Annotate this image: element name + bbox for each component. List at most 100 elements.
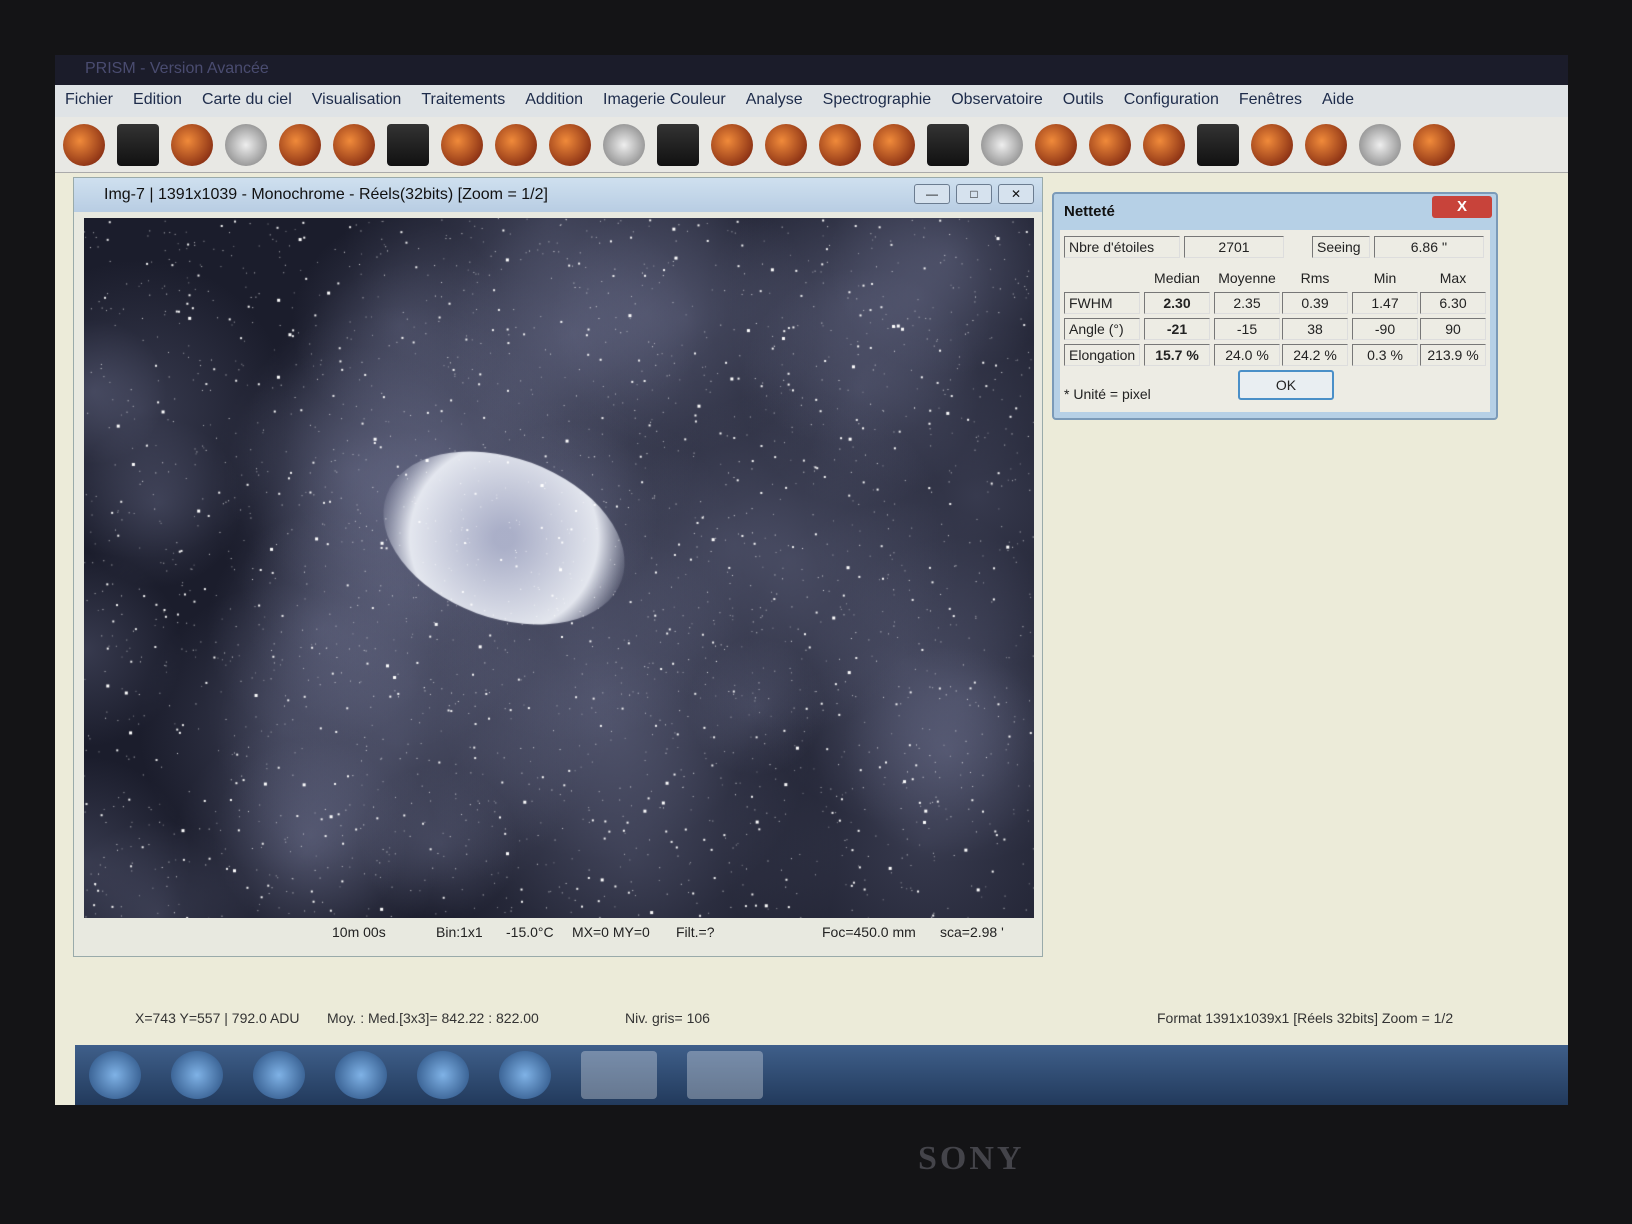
wheel-icon[interactable]: [1413, 123, 1455, 166]
save-icon[interactable]: [117, 123, 159, 166]
phd-icon[interactable]: [335, 1051, 387, 1099]
menu-observatoire[interactable]: Observatoire: [951, 91, 1043, 111]
scale: sca=2.98 ': [940, 924, 1004, 940]
dialog-title-text: Netteté: [1064, 203, 1115, 220]
ok-button[interactable]: OK: [1238, 370, 1334, 400]
stat-cell: 0.3 %: [1352, 344, 1418, 366]
info-icon[interactable]: [225, 123, 267, 166]
stars-label: Nbre d'étoiles: [1064, 236, 1180, 258]
seeing-value: 6.86 '': [1374, 236, 1484, 258]
menu-outils[interactable]: Outils: [1063, 91, 1104, 111]
menu-carte-du-ciel[interactable]: Carte du ciel: [202, 91, 292, 111]
focal-length: Foc=450.0 mm: [822, 924, 916, 940]
stat-cell: -15: [1214, 318, 1280, 340]
laptop-brand: SONY: [918, 1140, 1025, 1177]
screen: PRISM - Version Avancée Fichier Edition Ca…: [55, 55, 1568, 1105]
moon-icon[interactable]: [981, 123, 1023, 166]
astro-image[interactable]: [84, 218, 1034, 918]
stat-cell: 2.35: [1214, 292, 1280, 314]
column-header: Max: [1439, 270, 1467, 286]
prism-icon[interactable]: [581, 1051, 657, 1099]
menu-aide[interactable]: Aide: [1322, 91, 1354, 111]
stat-cell: 38: [1282, 318, 1348, 340]
refresh-icon[interactable]: [687, 1051, 763, 1099]
word-icon[interactable]: [253, 1051, 305, 1099]
stat-cell: 15.7 %: [1144, 344, 1210, 366]
column-header: Rms: [1300, 270, 1330, 286]
dialog-close-button[interactable]: X: [1432, 196, 1492, 218]
media-player-icon[interactable]: [171, 1051, 223, 1099]
zoom-in-icon[interactable]: [495, 123, 537, 166]
chrome-icon[interactable]: [417, 1051, 469, 1099]
seeing-label: Seeing: [1312, 236, 1370, 258]
pixel-stats: Moy. : Med.[3x3]= 842.22 : 822.00: [327, 1010, 539, 1026]
menu-bar: Fichier Edition Carte du ciel Visualisation…: [55, 85, 1568, 117]
chart-icon[interactable]: [1251, 123, 1293, 166]
unit-note: * Unité = pixel: [1064, 386, 1151, 402]
menu-addition[interactable]: Addition: [525, 91, 583, 111]
image-window-title-text: Img-7 | 1391x1039 - Monochrome - Réels(3…: [104, 186, 548, 203]
contrast-icon[interactable]: [387, 123, 429, 166]
zoom-out-icon[interactable]: [441, 123, 483, 166]
menu-edition[interactable]: Edition: [133, 91, 182, 111]
stat-cell: -90: [1352, 318, 1418, 340]
row-label: Angle (°): [1064, 318, 1140, 340]
column-header: Min: [1373, 270, 1397, 286]
rotate-right-icon[interactable]: [333, 123, 375, 166]
galaxy-icon[interactable]: [549, 123, 591, 166]
gear-icon[interactable]: [603, 123, 645, 166]
stat-cell: 1.47: [1352, 292, 1418, 314]
tool-icon[interactable]: [1035, 123, 1077, 166]
stat-cell: 24.0 %: [1214, 344, 1280, 366]
stat-cell: 2.30: [1144, 292, 1210, 314]
cone-icon[interactable]: [927, 123, 969, 166]
exposure: 10m 00s: [332, 924, 386, 940]
stat-cell: 6.30: [1420, 292, 1486, 314]
cursor-coords: X=743 Y=557 | 792.0 ADU: [135, 1010, 300, 1026]
dialog-title: Netteté X: [1054, 194, 1496, 228]
magnet-icon[interactable]: [1143, 123, 1185, 166]
toolbar: [55, 117, 1568, 173]
menu-fichier[interactable]: Fichier: [65, 91, 113, 111]
curve-icon[interactable]: [1197, 123, 1239, 166]
start-icon[interactable]: [89, 1051, 141, 1099]
image-window: Img-7 | 1391x1039 - Monochrome - Réels(3…: [73, 177, 1043, 957]
sharpness-dialog: Netteté X Nbre d'étoiles 2701 Seeing 6.8…: [1052, 192, 1498, 420]
menu-imagerie-couleur[interactable]: Imagerie Couleur: [603, 91, 726, 111]
stars-count: 2701: [1184, 236, 1284, 258]
minimize-button[interactable]: —: [914, 184, 950, 204]
menu-spectrographie[interactable]: Spectrographie: [823, 91, 932, 111]
app-title: PRISM - Version Avancée: [55, 55, 1568, 85]
stat-cell: 213.9 %: [1420, 344, 1486, 366]
taskbar: [75, 1045, 1568, 1105]
stat-cell: 90: [1420, 318, 1486, 340]
dialog-body: Nbre d'étoiles 2701 Seeing 6.86 '' Media…: [1060, 230, 1490, 412]
stat-cell: 24.2 %: [1282, 344, 1348, 366]
close-button[interactable]: ✕: [998, 184, 1034, 204]
frame-icon[interactable]: [1305, 123, 1347, 166]
mirror: MX=0 MY=0: [572, 924, 650, 940]
app-icon[interactable]: [499, 1051, 551, 1099]
camera-3-icon[interactable]: [765, 123, 807, 166]
edit-icon[interactable]: [171, 123, 213, 166]
camera-2-icon[interactable]: [711, 123, 753, 166]
profile-icon[interactable]: [1359, 123, 1401, 166]
column-header: Moyenne: [1218, 270, 1276, 286]
column-header: Median: [1154, 270, 1200, 286]
row-label: FWHM: [1064, 292, 1140, 314]
telescope-icon[interactable]: [873, 123, 915, 166]
camera-1-icon[interactable]: [657, 123, 699, 166]
open-icon[interactable]: [63, 123, 105, 166]
menu-configuration[interactable]: Configuration: [1124, 91, 1219, 111]
menu-analyse[interactable]: Analyse: [746, 91, 803, 111]
menu-visualisation[interactable]: Visualisation: [312, 91, 402, 111]
filter: Filt.=?: [676, 924, 715, 940]
menu-fen-tres[interactable]: Fenêtres: [1239, 91, 1302, 111]
histogram-icon[interactable]: [1089, 123, 1131, 166]
maximize-button[interactable]: □: [956, 184, 992, 204]
image-window-title[interactable]: Img-7 | 1391x1039 - Monochrome - Réels(3…: [74, 178, 1042, 212]
focuser-icon[interactable]: [819, 123, 861, 166]
rotate-left-icon[interactable]: [279, 123, 321, 166]
menu-traitements[interactable]: Traitements: [421, 91, 505, 111]
gray-level: Niv. gris= 106: [625, 1010, 710, 1026]
